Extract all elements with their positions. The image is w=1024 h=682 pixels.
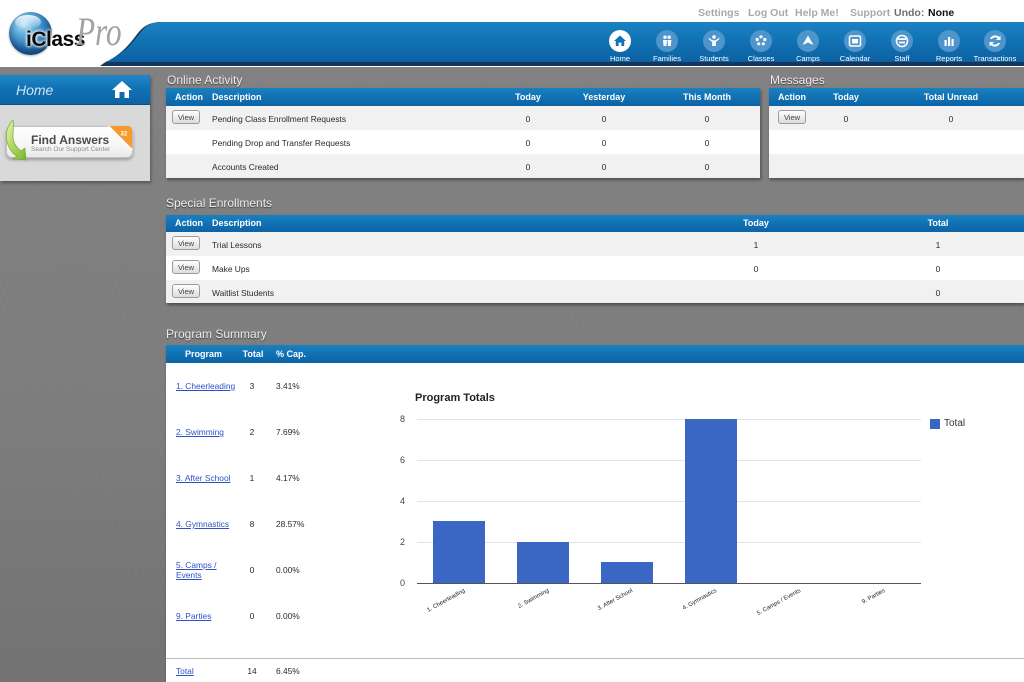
svg-text:32: 32	[121, 132, 128, 138]
